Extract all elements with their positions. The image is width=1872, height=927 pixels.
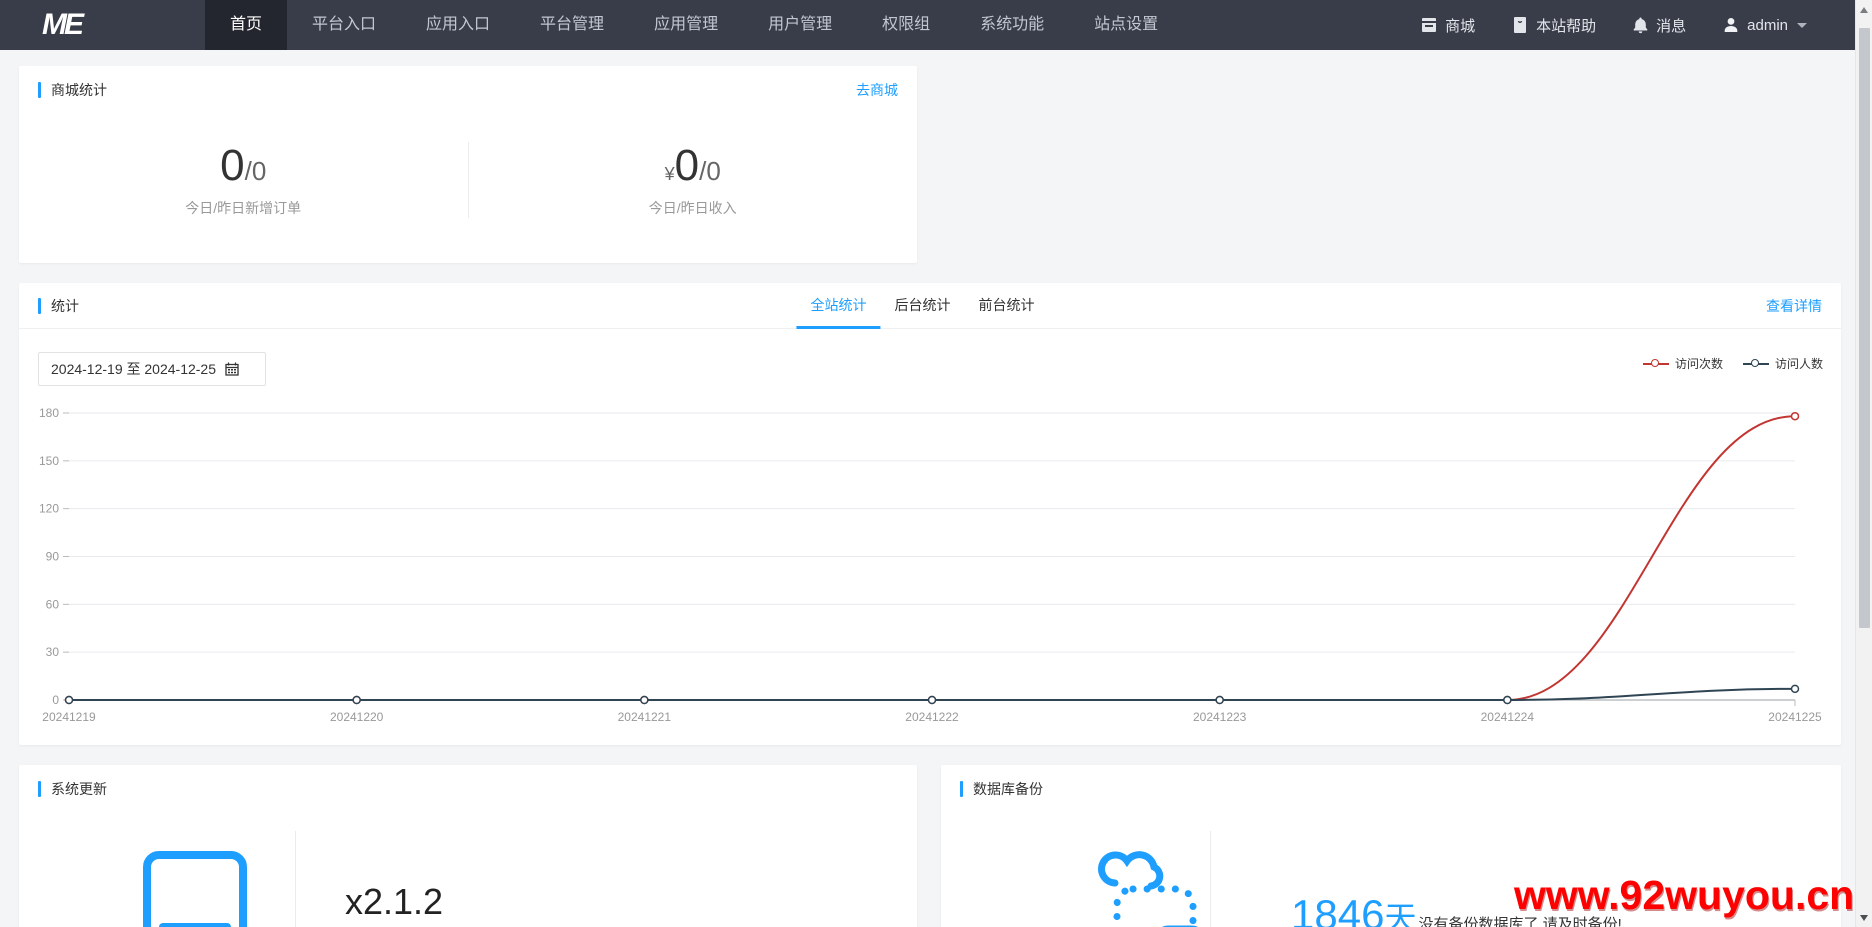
date-range-value: 2024-12-19 至 2024-12-25 [51, 359, 216, 379]
system-update-body: x2.1.2 当前版本即最新版本，无须升级 [19, 813, 917, 927]
legend-visitors[interactable]: 访问人数 [1743, 355, 1823, 372]
orders-value: 0/0 [19, 142, 468, 190]
main-menu: 首页 平台入口 应用入口 平台管理 应用管理 用户管理 权限组 系统功能 站点设… [205, 0, 1183, 50]
svg-text:90: 90 [46, 550, 60, 564]
income-stat: ¥0/0 今日/昨日收入 [469, 142, 918, 218]
shop-stats-title: 商城统计 [38, 80, 107, 100]
system-update-content: x2.1.2 当前版本即最新版本，无须升级 [345, 881, 541, 927]
orders-stat: 0/0 今日/昨日新增订单 [19, 142, 469, 218]
legend-dot-icon [1651, 359, 1659, 367]
username: admin [1747, 17, 1788, 34]
go-to-shop-link[interactable]: 去商城 [856, 80, 898, 100]
svg-text:20241225: 20241225 [1768, 710, 1822, 724]
svg-text:20241221: 20241221 [618, 710, 672, 724]
shop-stats-header: 商城统计 去商城 [19, 66, 917, 114]
legend-dot-icon [1751, 359, 1759, 367]
svg-text:20241220: 20241220 [330, 710, 384, 724]
system-update-card: 系统更新 x2.1.2 当前版本即最新版本，无须升级 [19, 765, 917, 927]
shop-stats-body: 0/0 今日/昨日新增订单 ¥0/0 今日/昨日收入 [19, 114, 917, 218]
shop-link[interactable]: 商城 [1420, 15, 1475, 36]
tab-site-stats[interactable]: 全站统计 [796, 283, 880, 328]
statistics-title: 统计 [38, 296, 79, 316]
svg-text:180: 180 [39, 406, 59, 420]
statistics-tabs: 全站统计 后台统计 前台统计 [796, 283, 1048, 328]
cloud-backup-icon [1093, 841, 1223, 927]
statistics-card: 统计 全站统计 后台统计 前台统计 查看详情 2024-12-19 至 2024… [19, 283, 1841, 745]
shop-stats-card: 商城统计 去商城 0/0 今日/昨日新增订单 ¥0/0 今日/昨日收入 [19, 66, 917, 263]
vertical-divider [1210, 831, 1211, 927]
svg-text:20241223: 20241223 [1193, 710, 1247, 724]
svg-text:0: 0 [52, 693, 59, 707]
nav-item-platform-manage[interactable]: 平台管理 [515, 0, 629, 50]
svg-text:120: 120 [39, 502, 59, 516]
days-since-backup: 1846 [1291, 891, 1384, 927]
help-icon [1511, 16, 1529, 34]
svg-text:150: 150 [39, 454, 59, 468]
nav-item-site-settings[interactable]: 站点设置 [1069, 0, 1183, 50]
store-icon [1420, 16, 1438, 34]
monitor-icon [141, 849, 249, 927]
scrollbar-thumb[interactable] [1859, 28, 1870, 628]
title-accent-bar [38, 298, 41, 314]
app-logo[interactable]: ME [0, 8, 205, 42]
stats-chart: 0 30 60 90 120 150 180 20241219 20241220 20241221… [19, 395, 1841, 740]
svg-text:20241219: 20241219 [42, 710, 96, 724]
legend-line-icon [1743, 363, 1769, 365]
scrollbar-track[interactable] [1855, 0, 1872, 927]
calendar-icon [224, 361, 240, 377]
svg-text:60: 60 [46, 597, 60, 611]
date-range-picker[interactable]: 2024-12-19 至 2024-12-25 [38, 352, 266, 386]
db-backup-header: 数据库备份 [941, 765, 1841, 813]
version-number: x2.1.2 [345, 881, 541, 923]
tab-frontend-stats[interactable]: 前台统计 [964, 283, 1048, 328]
user-menu[interactable]: admin [1722, 16, 1807, 34]
scrollbar-up-arrow[interactable] [1860, 7, 1868, 13]
title-accent-bar [38, 82, 41, 98]
messages-link[interactable]: 消息 [1632, 15, 1686, 36]
chart-legend: 访问次数 访问人数 [1643, 355, 1823, 372]
legend-line-icon [1643, 363, 1669, 365]
user-icon [1722, 16, 1740, 34]
system-update-header: 系统更新 [19, 765, 917, 813]
svg-text:20241224: 20241224 [1481, 710, 1535, 724]
chevron-down-icon [1797, 23, 1807, 28]
income-value: ¥0/0 [469, 142, 918, 190]
top-navbar: ME 首页 平台入口 应用入口 平台管理 应用管理 用户管理 权限组 系统功能 … [0, 0, 1855, 50]
orders-label: 今日/昨日新增订单 [19, 198, 468, 218]
nav-item-permission-group[interactable]: 权限组 [857, 0, 955, 50]
db-backup-title: 数据库备份 [960, 779, 1043, 799]
title-accent-bar [38, 781, 41, 797]
site-help-link[interactable]: 本站帮助 [1511, 15, 1596, 36]
statistics-header: 统计 全站统计 后台统计 前台统计 查看详情 [19, 283, 1841, 329]
income-label: 今日/昨日收入 [469, 198, 918, 218]
svg-text:30: 30 [46, 645, 60, 659]
vertical-divider [295, 831, 296, 927]
nav-item-app-entry[interactable]: 应用入口 [401, 0, 515, 50]
system-update-title: 系统更新 [38, 779, 107, 799]
scrollbar-down-arrow[interactable] [1860, 915, 1868, 921]
navbar-right: 商城 本站帮助 消息 admin [1420, 15, 1855, 36]
view-details-link[interactable]: 查看详情 [1766, 296, 1822, 316]
tab-backend-stats[interactable]: 后台统计 [880, 283, 964, 328]
nav-item-platform-entry[interactable]: 平台入口 [287, 0, 401, 50]
nav-item-home[interactable]: 首页 [205, 0, 287, 50]
nav-item-system-function[interactable]: 系统功能 [955, 0, 1069, 50]
nav-item-app-manage[interactable]: 应用管理 [629, 0, 743, 50]
bell-icon [1632, 16, 1649, 34]
site-watermark: www.92wuyou.cn [1514, 872, 1854, 919]
legend-visits[interactable]: 访问次数 [1643, 355, 1723, 372]
svg-text:20241222: 20241222 [905, 710, 959, 724]
title-accent-bar [960, 781, 963, 797]
nav-item-user-manage[interactable]: 用户管理 [743, 0, 857, 50]
